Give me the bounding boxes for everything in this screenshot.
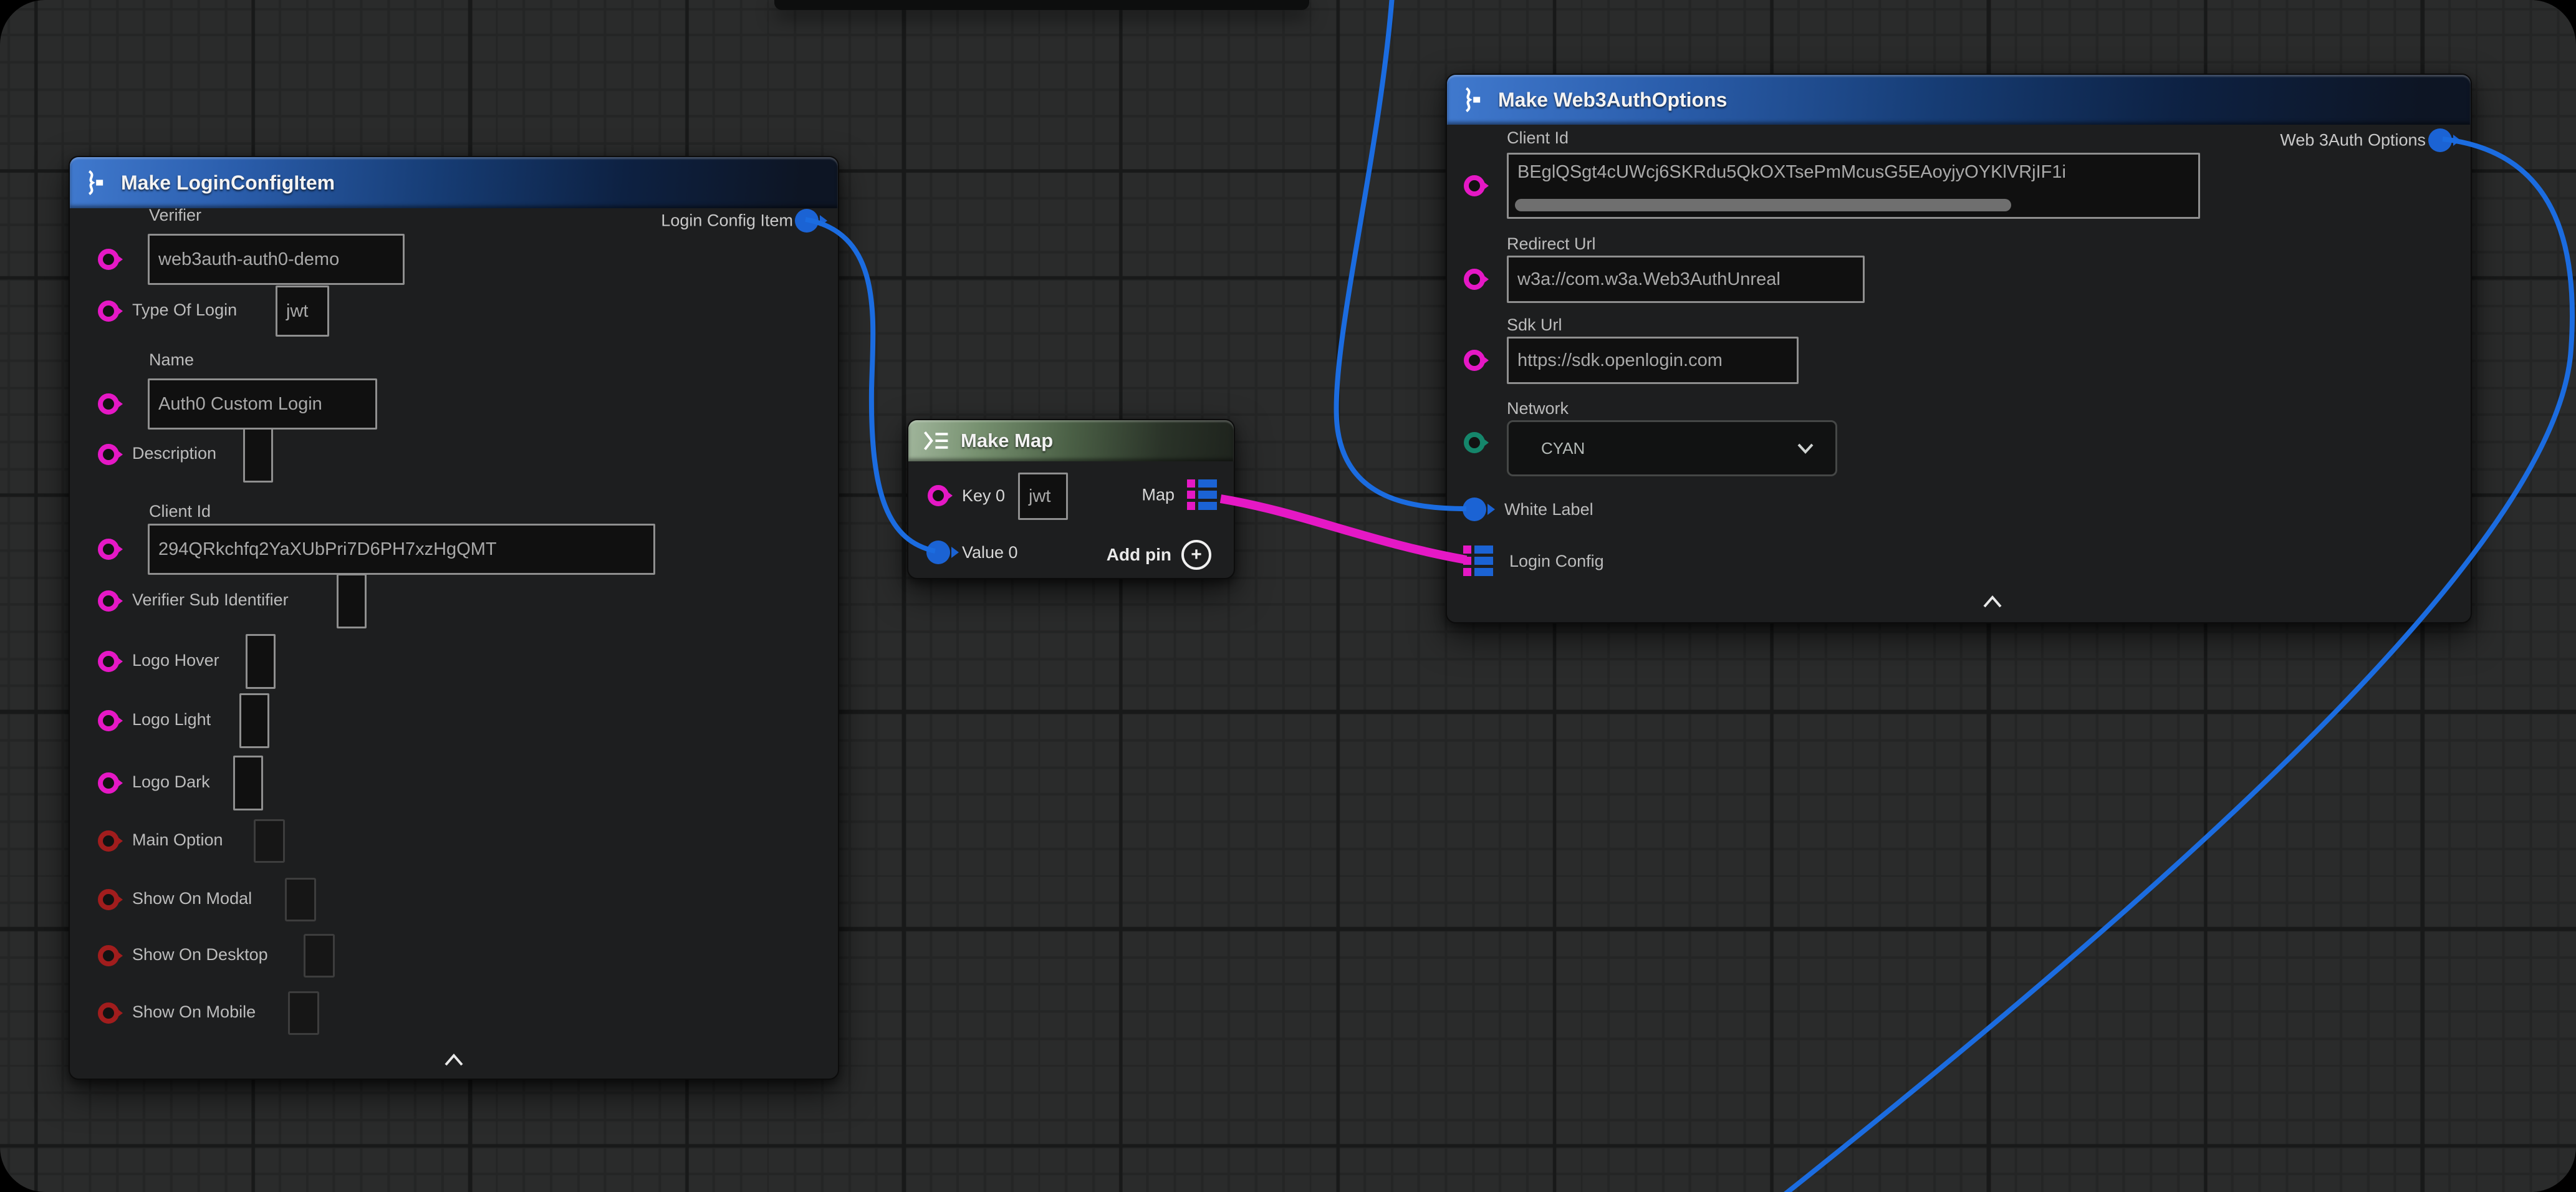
pin-label-redirect-url: Redirect Url [1507, 234, 1596, 254]
input-pin-client-id[interactable] [98, 539, 119, 560]
pin-label-verifier-sub-identifier: Verifier Sub Identifier [132, 590, 289, 610]
pin-label-client-id: Client Id [1507, 128, 1569, 148]
main-option-checkbox[interactable] [254, 819, 285, 863]
pin-label-login-config: Login Config [1509, 552, 1604, 571]
pin-label-show-on-modal: Show On Modal [132, 889, 252, 908]
node-header-make-map[interactable]: Make Map [908, 420, 1234, 461]
node-title: Make Map [961, 430, 1053, 452]
make-map-icon [922, 429, 951, 453]
collapse-chevron-up-icon[interactable] [443, 1053, 464, 1067]
redirect-url-field[interactable]: w3a://com.w3a.Web3AuthUnreal [1507, 256, 1865, 303]
pin-label-value-0: Value 0 [962, 543, 1018, 562]
input-pin-redirect-url[interactable] [1464, 269, 1485, 290]
pin-label-network: Network [1507, 399, 1569, 418]
dropdown-chevron-down-icon [1797, 443, 1814, 454]
node-title: Make LoginConfigItem [121, 171, 335, 195]
node-header-make-web3authoptions[interactable]: Make Web3AuthOptions [1447, 75, 2471, 125]
add-pin-label: Add pin [1107, 545, 1171, 565]
make-struct-icon [1461, 86, 1488, 113]
pin-label-show-on-desktop: Show On Desktop [132, 945, 268, 964]
input-pin-sdk-url[interactable] [1464, 350, 1485, 371]
pin-label-map: Map [1141, 486, 1175, 505]
pin-label-verifier: Verifier [149, 206, 201, 225]
verifier-field[interactable]: web3auth-auth0-demo [148, 234, 405, 285]
wire-map-to-loginconfig [1221, 499, 1466, 560]
pin-label-client-id: Client Id [149, 502, 211, 521]
pin-label-logo-hover: Logo Hover [132, 651, 219, 670]
name-field[interactable]: Auth0 Custom Login [148, 378, 377, 430]
collapse-chevron-up-icon[interactable] [1982, 595, 2003, 608]
client-id-field[interactable]: 294QRkchfq2YaXUbPri7D6PH7xzHgQMT [148, 524, 655, 575]
input-pin-type-of-login[interactable] [98, 300, 119, 322]
input-pin-verifier[interactable] [98, 249, 119, 270]
node-title: Make Web3AuthOptions [1498, 89, 1727, 112]
input-pin-show-on-mobile[interactable] [98, 1002, 119, 1024]
input-pin-value-0[interactable] [926, 541, 950, 564]
type-of-login-field[interactable]: jwt [276, 286, 329, 337]
input-pin-logo-hover[interactable] [98, 651, 119, 672]
pin-label-white-label: White Label [1504, 500, 1593, 519]
input-pin-white-label[interactable] [1463, 497, 1486, 521]
node-make-loginconfigitem[interactable]: Make LoginConfigItem Login Config Item V… [69, 156, 839, 1080]
pin-label-name: Name [149, 350, 194, 370]
blueprint-graph-canvas[interactable]: Make LoginConfigItem Login Config Item V… [0, 0, 2576, 1192]
description-field[interactable] [243, 428, 273, 483]
network-selected-value: CYAN [1541, 439, 1585, 458]
verifier-sub-identifier-field[interactable] [337, 574, 367, 628]
key-0-field[interactable]: jwt [1018, 473, 1068, 520]
client-id-field[interactable]: BEglQSgt4cUWcj6SKRdu5QkOXTsePmMcusG5EAoy… [1507, 153, 2200, 219]
pin-label-description: Description [132, 444, 216, 463]
input-pin-main-option[interactable] [98, 830, 119, 852]
offscreen-node-fragment [774, 0, 1309, 10]
pin-label-login-config-item: Login Config Item [661, 211, 793, 231]
input-pin-verifier-sub-identifier[interactable] [98, 590, 119, 612]
input-pin-client-id[interactable] [1464, 175, 1485, 196]
input-pin-name[interactable] [98, 393, 119, 415]
pin-label-main-option: Main Option [132, 830, 223, 850]
node-make-web3authoptions[interactable]: Make Web3AuthOptions Web 3Auth Options C… [1446, 74, 2472, 623]
pin-label-web-3auth-options: Web 3Auth Options [2280, 131, 2426, 150]
make-struct-icon [84, 169, 111, 196]
output-pin-map[interactable] [1187, 479, 1219, 511]
logo-dark-field[interactable] [233, 756, 263, 810]
input-pin-login-config[interactable] [1463, 546, 1496, 577]
logo-hover-field[interactable] [246, 634, 276, 689]
input-pin-network[interactable] [1464, 432, 1485, 453]
node-header-make-loginconfigitem[interactable]: Make LoginConfigItem [70, 157, 838, 208]
logo-light-field[interactable] [239, 693, 269, 748]
show-on-desktop-checkbox[interactable] [304, 934, 335, 978]
pin-label-type-of-login: Type Of Login [132, 300, 237, 320]
pin-label-key-0: Key 0 [962, 486, 1005, 506]
network-dropdown[interactable]: CYAN [1507, 420, 1837, 476]
show-on-modal-checkbox[interactable] [285, 878, 316, 921]
output-pin-login-config-item[interactable] [795, 209, 819, 233]
add-pin-button[interactable]: Add pin + [1107, 540, 1211, 570]
input-pin-key-0[interactable] [928, 485, 949, 506]
input-pin-logo-dark[interactable] [98, 772, 119, 794]
pin-label-logo-dark: Logo Dark [132, 772, 210, 792]
add-pin-circle-plus-icon: + [1181, 540, 1211, 570]
input-pin-show-on-modal[interactable] [98, 889, 119, 910]
output-pin-web-3auth-options[interactable] [2428, 128, 2452, 152]
client-id-field-scrollbar[interactable] [1515, 199, 2011, 211]
pin-label-show-on-mobile: Show On Mobile [132, 1002, 256, 1022]
client-id-value: BEglQSgt4cUWcj6SKRdu5QkOXTsePmMcusG5EAoy… [1517, 162, 2066, 183]
show-on-mobile-checkbox[interactable] [288, 991, 319, 1035]
pin-label-sdk-url: Sdk Url [1507, 315, 1562, 335]
pin-label-logo-light: Logo Light [132, 710, 211, 729]
node-make-map[interactable]: Make Map Key 0 jwt Map Value 0 Add pin + [907, 419, 1235, 579]
input-pin-description[interactable] [98, 444, 119, 465]
sdk-url-field[interactable]: https://sdk.openlogin.com [1507, 337, 1799, 384]
input-pin-show-on-desktop[interactable] [98, 945, 119, 966]
input-pin-logo-light[interactable] [98, 710, 119, 731]
